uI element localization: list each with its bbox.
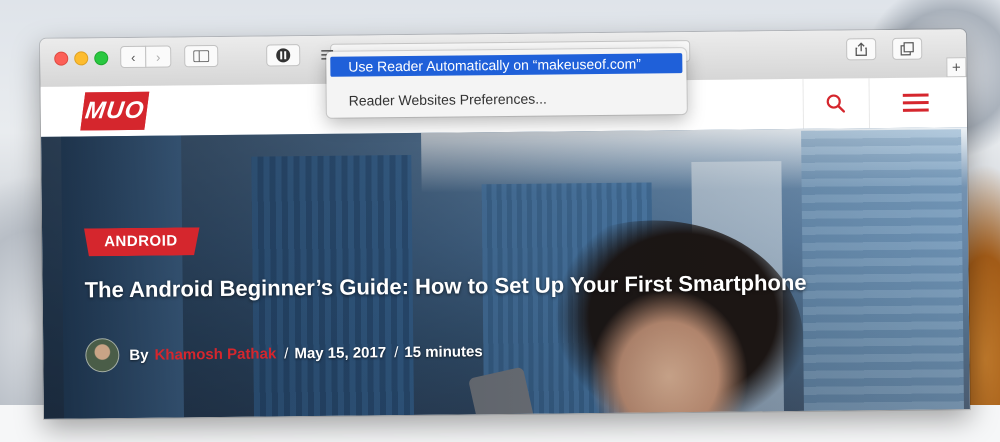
new-tab-button[interactable]: + xyxy=(946,57,967,78)
menu-item-use-reader-automatically[interactable]: Use Reader Automatically on “makeuseof.c… xyxy=(330,53,683,77)
share-icon xyxy=(855,42,867,56)
sidebar-icon xyxy=(193,50,210,63)
menu-item-reader-preferences[interactable]: Reader Websites Preferences... xyxy=(349,90,547,110)
tabs-icon xyxy=(900,42,914,56)
byline-separator: / xyxy=(394,343,399,361)
show-all-tabs-button[interactable] xyxy=(892,37,923,60)
article-byline: By Khamosh Pathak / May 15, 2017 / 15 mi… xyxy=(85,334,483,373)
sidebar-toggle-button[interactable] xyxy=(184,44,219,68)
byline-separator: / xyxy=(284,344,289,362)
close-window-button[interactable] xyxy=(54,51,69,66)
author-avatar[interactable] xyxy=(85,338,120,373)
header-divider xyxy=(868,78,871,129)
publish-date: May 15, 2017 xyxy=(294,343,387,362)
forward-button[interactable]: › xyxy=(145,45,172,68)
read-time: 15 minutes xyxy=(404,342,483,361)
back-button[interactable]: ‹ xyxy=(120,45,147,69)
by-label: By xyxy=(129,346,149,364)
reader-dropdown-menu: Use Reader Automatically on “makeuseof.c… xyxy=(326,48,687,118)
author-link[interactable]: Khamosh Pathak xyxy=(154,345,276,363)
hamburger-menu-icon[interactable] xyxy=(902,92,929,114)
maximize-window-button[interactable] xyxy=(94,51,109,66)
browser-window: ‹ › + Use Reader Automatically on “makeu… xyxy=(40,29,970,419)
hero-image[interactable]: ANDROID The Android Beginner’s Guide: Ho… xyxy=(41,127,970,419)
extension-button[interactable] xyxy=(266,44,301,67)
minimize-window-button[interactable] xyxy=(74,51,89,66)
header-divider xyxy=(802,78,805,129)
category-badge[interactable]: ANDROID xyxy=(84,227,200,256)
search-icon[interactable] xyxy=(826,93,846,113)
shield-icon xyxy=(276,48,291,63)
site-logo[interactable]: MUO xyxy=(80,91,150,131)
share-button[interactable] xyxy=(846,38,877,61)
